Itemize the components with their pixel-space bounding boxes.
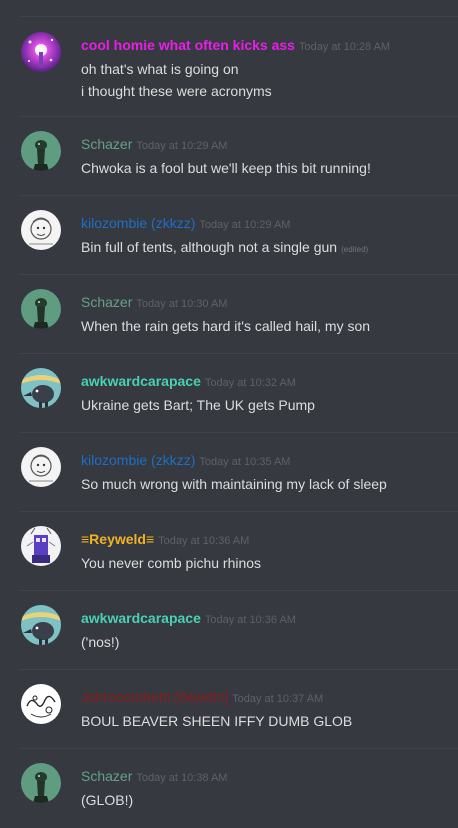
message-content: You never comb pichu rhinos xyxy=(81,552,261,574)
message-group[interactable]: Schazer Today at 10:38 AM (GLOB!) xyxy=(0,748,458,827)
message-content: (GLOB!) xyxy=(81,789,133,811)
message-content: Ukraine gets Bart; The UK gets Pump xyxy=(81,394,315,416)
timestamp: Today at 10:32 AM xyxy=(204,377,296,389)
timestamp: Today at 10:36 AM xyxy=(158,535,250,547)
message-line: Bin full of tents, although not a single… xyxy=(81,236,368,261)
timestamp: Today at 10:35 AM xyxy=(199,456,291,468)
message-header: kilozombie (zkkzz) Today at 10:35 AM xyxy=(81,452,290,470)
message-content: So much wrong with maintaining my lack o… xyxy=(81,473,387,495)
message-header: Johroonotheth [!Myeth!] Today at 10:37 AM xyxy=(81,689,323,707)
message-content: Bin full of tents, although not a single… xyxy=(81,236,368,261)
message-divider xyxy=(20,432,458,433)
username[interactable]: Schazer xyxy=(81,136,132,152)
doodle-avatar-icon[interactable] xyxy=(21,684,61,724)
message-line: i thought these were acronyms xyxy=(81,83,272,99)
message-divider xyxy=(20,116,458,117)
username[interactable]: kilozombie (zkkzz) xyxy=(81,215,195,231)
message-content: BOUL BEAVER SHEEN IFFY DUMB GLOB xyxy=(81,710,352,732)
message-content: oh that's what is going on i thought the… xyxy=(81,58,272,102)
message-header: kilozombie (zkkzz) Today at 10:29 AM xyxy=(81,215,290,233)
message-line: When the rain gets hard it's called hail… xyxy=(81,318,371,334)
chat-messages-list[interactable]: cool homie what often kicks ass Today at … xyxy=(0,0,458,828)
message-line: Chwoka is a fool but we'll keep this bit… xyxy=(81,160,371,176)
message-text: Bin full of tents, although not a single… xyxy=(81,239,338,255)
creature-avatar-icon[interactable] xyxy=(21,763,61,803)
message-divider xyxy=(20,274,458,275)
message-group[interactable]: Johroonotheth [!Myeth!] Today at 10:37 AM… xyxy=(0,669,458,748)
message-divider xyxy=(20,353,458,354)
edited-label: (edited) xyxy=(341,245,369,254)
message-header: Schazer Today at 10:29 AM xyxy=(81,136,227,154)
message-header: Schazer Today at 10:38 AM xyxy=(81,768,227,786)
username[interactable]: kilozombie (zkkzz) xyxy=(81,452,195,468)
message-divider xyxy=(20,511,458,512)
username[interactable]: Schazer xyxy=(81,294,132,310)
message-content: When the rain gets hard it's called hail… xyxy=(81,315,370,337)
message-line: You never comb pichu rhinos xyxy=(81,555,262,571)
message-group[interactable]: kilozombie (zkkzz) Today at 10:29 AM Bin … xyxy=(0,195,458,274)
timestamp: Today at 10:28 AM xyxy=(298,41,391,53)
message-divider xyxy=(20,748,458,749)
timestamp: Today at 10:36 AM xyxy=(204,614,296,626)
username[interactable]: awkwardcarapace xyxy=(81,610,201,626)
message-header: Schazer Today at 10:30 AM xyxy=(81,294,227,312)
message-line: (GLOB!) xyxy=(81,792,134,808)
message-content: ('nos!) xyxy=(81,631,119,653)
message-line: oh that's what is going on xyxy=(81,61,239,77)
message-line: Ukraine gets Bart; The UK gets Pump xyxy=(81,397,315,413)
robot-avatar-icon[interactable] xyxy=(21,526,61,566)
sketch-avatar-icon[interactable] xyxy=(21,210,61,250)
timestamp: Today at 10:38 AM xyxy=(136,772,228,784)
username[interactable]: ≡Reyweld≡ xyxy=(81,531,154,547)
message-divider xyxy=(20,669,458,670)
creature-avatar-icon[interactable] xyxy=(21,131,61,171)
message-group[interactable]: awkwardcarapace Today at 10:32 AM Ukraine… xyxy=(0,353,458,432)
message-header: awkwardcarapace Today at 10:36 AM xyxy=(81,610,296,628)
message-group[interactable]: kilozombie (zkkzz) Today at 10:35 AM So m… xyxy=(0,432,458,511)
message-line: So much wrong with maintaining my lack o… xyxy=(81,476,387,492)
message-group[interactable]: ≡Reyweld≡ Today at 10:36 AM You never com… xyxy=(0,511,458,590)
message-group[interactable]: Schazer Today at 10:30 AM When the rain g… xyxy=(0,274,458,353)
sketch-avatar-icon[interactable] xyxy=(21,447,61,487)
message-divider xyxy=(20,195,458,196)
username[interactable]: Schazer xyxy=(81,768,132,784)
message-group[interactable]: cool homie what often kicks ass Today at … xyxy=(0,17,458,99)
crow-avatar-icon[interactable] xyxy=(21,605,61,645)
timestamp: Today at 10:37 AM xyxy=(232,693,324,705)
username[interactable]: cool homie what often kicks ass xyxy=(81,37,295,53)
message-header: ≡Reyweld≡ Today at 10:36 AM xyxy=(81,531,249,549)
message-group[interactable]: awkwardcarapace Today at 10:36 AM ('nos!) xyxy=(0,590,458,669)
sparkle-avatar-icon[interactable] xyxy=(21,32,61,72)
timestamp: Today at 10:30 AM xyxy=(136,298,228,310)
message-header: awkwardcarapace Today at 10:32 AM xyxy=(81,373,296,391)
message-group[interactable]: Schazer Today at 10:29 AM Chwoka is a foo… xyxy=(0,116,458,195)
message-content: Chwoka is a fool but we'll keep this bit… xyxy=(81,157,371,179)
message-line: BOUL BEAVER SHEEN IFFY DUMB GLOB xyxy=(81,713,353,729)
crow-avatar-icon[interactable] xyxy=(21,368,61,408)
username[interactable]: Johroonotheth [!Myeth!] xyxy=(81,689,228,705)
username[interactable]: awkwardcarapace xyxy=(81,373,201,389)
message-line: ('nos!) xyxy=(81,634,120,650)
creature-avatar-icon[interactable] xyxy=(21,289,61,329)
timestamp: Today at 10:29 AM xyxy=(199,219,291,231)
message-divider xyxy=(20,590,458,591)
timestamp: Today at 10:29 AM xyxy=(136,140,228,152)
message-header: cool homie what often kicks ass Today at … xyxy=(81,37,390,55)
